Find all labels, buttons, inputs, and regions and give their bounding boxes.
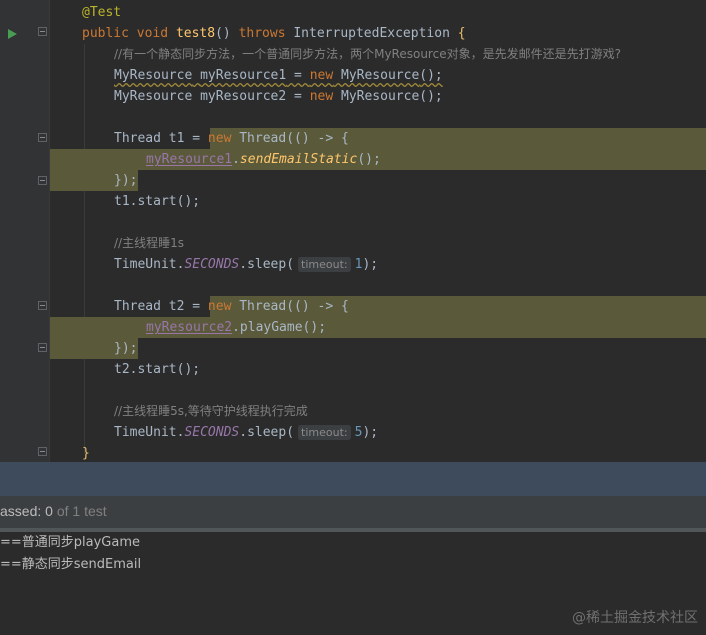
code-line: TimeUnit.SECONDS.sleep(timeout: 5);: [0, 422, 706, 443]
annotation: @Test: [82, 5, 122, 20]
code-line: }: [0, 443, 706, 462]
code-line: MyResource myResource1 = new MyResource(…: [0, 65, 706, 86]
sleep-call: TimeUnit.SECONDS.sleep(timeout: 1);: [114, 257, 379, 272]
closing-brace: }: [82, 446, 90, 461]
code-line: myResource2.playGame();: [0, 317, 706, 338]
console-line: ==静态同步sendEmail: [0, 557, 142, 572]
thread-t2-declaration: Thread t2 = new Thread(() -> {: [114, 299, 349, 314]
lambda-close: });: [114, 341, 138, 356]
test-status-strip: [0, 462, 706, 496]
console-line: ==普通同步playGame: [0, 535, 141, 550]
code-comment: //主线程睡5s,等待守护线程执行完成: [114, 404, 308, 418]
resource2-declaration: MyResource myResource2 = new MyResource(…: [114, 89, 443, 104]
code-line: Thread t2 = new Thread(() -> {: [0, 296, 706, 317]
sleep-call: TimeUnit.SECONDS.sleep(timeout: 5);: [114, 425, 379, 440]
send-email-call: myResource1.sendEmailStatic();: [146, 152, 381, 167]
code-line: t2.start();: [0, 359, 706, 380]
code-comment: //有一个静态同步方法，一个普通同步方法，两个MyResource对象，是先发邮…: [114, 47, 621, 61]
tests-passed-summary: assed: 0 of 1 test: [0, 503, 107, 519]
code-line: //有一个静态同步方法，一个普通同步方法，两个MyResource对象，是先发邮…: [0, 44, 706, 65]
thread-t1-declaration: Thread t1 = new Thread(() -> {: [114, 131, 349, 146]
code-line: //主线程睡5s,等待守护线程执行完成: [0, 401, 706, 422]
code-line: });: [0, 338, 706, 359]
resource1-declaration: MyResource myResource1 = new MyResource(…: [114, 68, 443, 83]
parameter-hint: timeout:: [298, 425, 351, 440]
code-line: TimeUnit.SECONDS.sleep(timeout: 1);: [0, 254, 706, 275]
code-comment: //主线程睡1s: [114, 236, 184, 250]
lambda-close: });: [114, 173, 138, 188]
watermark: @稀土掘金技术社区: [572, 610, 698, 626]
test-results-bar: assed: 0 of 1 test: [0, 496, 706, 528]
method-signature: public void test8() throws InterruptedEx…: [82, 26, 466, 41]
code-line: });: [0, 170, 706, 191]
t1-start: t1.start();: [114, 194, 201, 209]
code-editor[interactable]: @Test public void test8() throws Interru…: [0, 0, 706, 462]
code-line: myResource1.sendEmailStatic();: [0, 149, 706, 170]
code-line: //主线程睡1s: [0, 233, 706, 254]
code-line: public void test8() throws InterruptedEx…: [0, 23, 706, 44]
code-line: MyResource myResource2 = new MyResource(…: [0, 86, 706, 107]
code-line: Thread t1 = new Thread(() -> {: [0, 128, 706, 149]
play-game-call: myResource2.playGame();: [146, 320, 327, 335]
t2-start: t2.start();: [114, 362, 201, 377]
parameter-hint: timeout:: [298, 257, 351, 272]
code-line: @Test: [0, 2, 706, 23]
code-line: t1.start();: [0, 191, 706, 212]
